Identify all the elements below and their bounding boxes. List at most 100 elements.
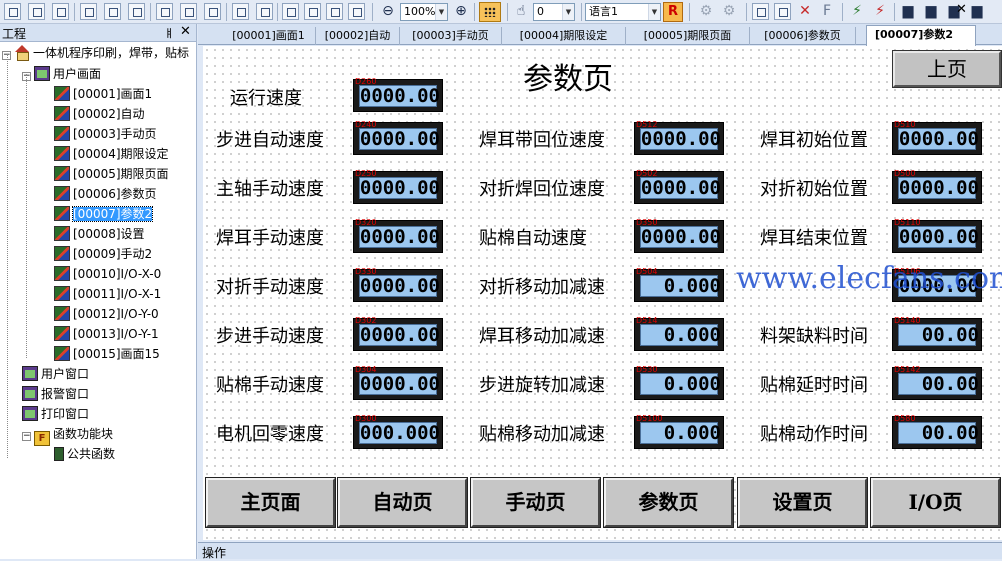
align-right-icon[interactable] xyxy=(52,3,69,20)
align-center-icon[interactable] xyxy=(28,3,45,20)
param-left-input[interactable]: 0000.00 D330 xyxy=(353,267,443,302)
tree-item-screen[interactable]: [00013]I/O-Y-1 xyxy=(54,325,159,343)
tab-auto[interactable]: [00002]自动 xyxy=(316,27,400,45)
page-title: 参数页 xyxy=(523,62,613,97)
tree-item-screen[interactable]: [00011]I/O-X-1 xyxy=(54,285,161,303)
move-back-icon[interactable] xyxy=(348,3,365,20)
collapse-toggle-icon[interactable]: − xyxy=(22,432,31,441)
tree-item-user-screens[interactable]: − 用户画面 xyxy=(22,65,101,83)
move-front-icon[interactable] xyxy=(326,3,343,20)
space-vertical-icon[interactable] xyxy=(232,3,249,20)
center-horizontal-icon[interactable] xyxy=(282,3,299,20)
zoom-in-icon[interactable]: ⊕ xyxy=(452,2,470,21)
same-size-icon[interactable] xyxy=(204,3,221,20)
zoom-out-icon[interactable]: ⊖ xyxy=(379,2,397,21)
tree-item-screen[interactable]: [00009]手动2 xyxy=(54,245,152,263)
param-left-input[interactable]: 0000.00 D304 xyxy=(353,365,443,400)
align-top-icon[interactable] xyxy=(80,3,97,20)
zoom-select[interactable]: 100% ▼ xyxy=(400,3,448,21)
param-right-input[interactable]: 00.00 D580 xyxy=(892,414,982,449)
tab-params-2[interactable]: [00007]参数2 xyxy=(866,25,976,46)
download-icon[interactable]: ⚡ xyxy=(848,2,866,21)
param-right-label: 贴棉延时时间 xyxy=(760,375,868,396)
tab-manual[interactable]: [00003]手动页 xyxy=(400,27,502,45)
tree-item-screen[interactable]: [00005]期限页面 xyxy=(54,165,169,183)
r-button[interactable]: R xyxy=(663,2,683,22)
close-icon[interactable]: ✕ xyxy=(956,2,967,17)
tree-item-screen[interactable]: [00015]画面15 xyxy=(54,345,160,363)
param-left-input[interactable]: 0000.00 D320 xyxy=(353,218,443,253)
layer-select[interactable]: 0 ▼ xyxy=(533,3,575,21)
compile-icon[interactable]: ▆ xyxy=(899,2,917,21)
tree-item-screen[interactable]: [00008]设置 xyxy=(54,225,145,243)
tree-item-screen[interactable]: [00004]期限设定 xyxy=(54,145,169,163)
tree-item-label: 打印窗口 xyxy=(41,407,90,421)
tree-item-public-function[interactable]: 公共函数 xyxy=(54,445,115,463)
center-vertical-icon[interactable] xyxy=(304,3,321,20)
f-button[interactable]: F xyxy=(818,2,836,21)
same-height-icon[interactable] xyxy=(180,3,197,20)
tree-item-screen[interactable]: [00002]自动 xyxy=(54,105,145,123)
tree-item-project[interactable]: − 一体机程序印刷，焊带，贴标 xyxy=(2,44,189,62)
param-middle-input[interactable]: 0000.00 D502 xyxy=(634,169,724,204)
language-select[interactable]: 语言1 ▼ xyxy=(585,3,661,21)
nav-params-button[interactable]: 参数页 xyxy=(603,477,734,528)
param-middle-input[interactable]: 0.000 D5100 xyxy=(634,414,724,449)
tree-item-screen[interactable]: [00010]I/O-X-0 xyxy=(54,265,161,283)
numeric-value: 00.00 xyxy=(921,373,979,395)
prev-page-button[interactable]: 上页 xyxy=(892,50,1002,88)
param-middle-input[interactable]: 0000.00 D512 xyxy=(634,120,724,155)
pin-icon[interactable]: ㅒ xyxy=(164,25,174,41)
nav-home-button[interactable]: 主页面 xyxy=(205,477,336,528)
space-horizontal-icon[interactable] xyxy=(256,3,273,20)
run-speed-input[interactable]: 0000.00 D260 xyxy=(353,77,443,112)
param-left-input[interactable]: 0000.00 D250 xyxy=(353,169,443,204)
align-middle-icon[interactable] xyxy=(104,3,121,20)
nav-auto-button[interactable]: 自动页 xyxy=(337,477,468,528)
param-middle-input[interactable]: 0.000 D504 xyxy=(634,267,724,302)
param-right-input[interactable]: 00.00 D5140 xyxy=(892,316,982,351)
param-left-input[interactable]: 000.000 D300 xyxy=(353,414,443,449)
new-window-icon[interactable] xyxy=(752,3,769,20)
screen-icon xyxy=(54,266,70,281)
param-right-input[interactable]: 00.00 D5142 xyxy=(892,365,982,400)
tree-item-screen[interactable]: [00001]画面1 xyxy=(54,85,152,103)
align-bottom-icon[interactable] xyxy=(128,3,145,20)
lock-icon[interactable]: ⚙ xyxy=(697,2,715,21)
param-right-input[interactable]: 0000.00 D510 xyxy=(892,120,982,155)
param-middle-input[interactable]: 0.000 D514 xyxy=(634,316,724,351)
nav-settings-button[interactable]: 设置页 xyxy=(737,477,868,528)
close-icon[interactable]: ✕ xyxy=(180,24,191,39)
hand-pointer-icon[interactable]: ☝ xyxy=(512,2,530,21)
tree-item-function-block[interactable]: − F 函数功能块 xyxy=(22,425,113,446)
tree-item-screen[interactable]: [00003]手动页 xyxy=(54,125,157,143)
tree-item-alarm-window[interactable]: 报警窗口 xyxy=(22,385,89,403)
param-middle-input[interactable]: 0.000 D530 xyxy=(634,365,724,400)
delete-icon[interactable]: ✕ xyxy=(796,2,814,21)
transfer-icon[interactable]: ▆ xyxy=(968,2,986,21)
param-right-input[interactable]: 0000.00 D500 xyxy=(892,169,982,204)
tree-item-user-window[interactable]: 用户窗口 xyxy=(22,365,89,383)
same-width-icon[interactable] xyxy=(156,3,173,20)
param-middle-input[interactable]: 0000.00 D350 xyxy=(634,218,724,253)
zoom-value: 100% xyxy=(404,5,436,18)
tree-item-print-window[interactable]: 打印窗口 xyxy=(22,405,89,423)
upload-icon[interactable]: ⚡ xyxy=(871,2,889,21)
simulate-offline-icon[interactable]: ▆ xyxy=(922,2,940,21)
tab-period-setting[interactable]: [00004]期限设定 xyxy=(502,27,626,45)
tree-item-screen[interactable]: [00006]参数页 xyxy=(54,185,157,203)
tab-period-page[interactable]: [00005]期限页面 xyxy=(626,27,750,45)
grid-toggle-icon[interactable] xyxy=(479,2,501,22)
unlock-icon[interactable]: ⚙ xyxy=(720,2,738,21)
nav-io-button[interactable]: I/O页 xyxy=(870,477,1001,528)
tab-params[interactable]: [00006]参数页 xyxy=(750,27,856,45)
paste-icon[interactable] xyxy=(774,3,791,20)
tree-item-screen[interactable]: [00012]I/O-Y-0 xyxy=(54,305,159,323)
tab-screen-1[interactable]: [00001]画面1 xyxy=(222,27,316,45)
param-left-input[interactable]: 0000.00 D302 xyxy=(353,316,443,351)
param-right-input[interactable]: 0000.00 D5110 xyxy=(892,218,982,253)
param-left-input[interactable]: 0000.00 D240 xyxy=(353,120,443,155)
tree-item-screen[interactable]: [00007]参数2 xyxy=(54,205,154,223)
align-left-icon[interactable] xyxy=(4,3,21,20)
nav-manual-button[interactable]: 手动页 xyxy=(470,477,601,528)
